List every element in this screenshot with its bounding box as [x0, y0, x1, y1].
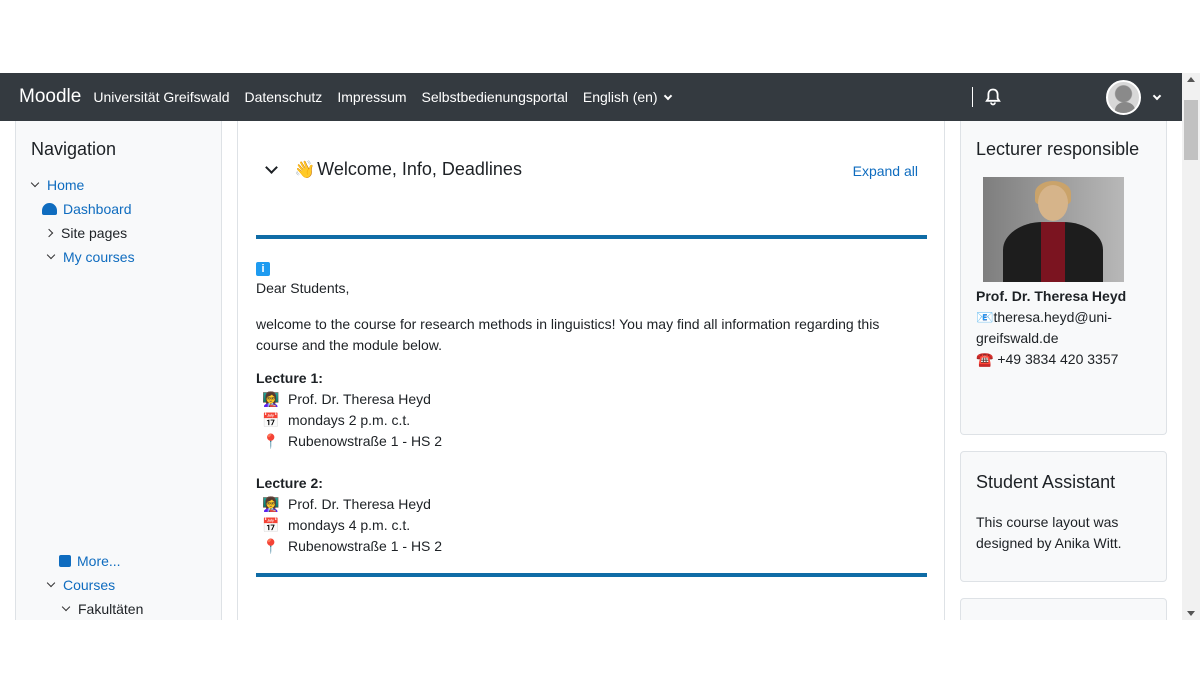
lecturer-text: Prof. Dr. Theresa Heyd	[288, 496, 431, 512]
lecturer-text: Prof. Dr. Theresa Heyd	[288, 391, 431, 407]
lecture-2-title: Lecture 2:	[256, 475, 323, 491]
user-menu-chevron-icon[interactable]	[1152, 91, 1162, 100]
assistant-text-line1: This course layout was	[976, 514, 1119, 530]
location-text: Rubenowstraße 1 - HS 2	[288, 538, 443, 554]
lecturer-photo	[983, 177, 1124, 282]
dashboard-icon	[42, 203, 57, 215]
student-assistant-block: Student Assistant This course layout was…	[960, 451, 1167, 582]
lecturer-block: Lecturer responsible Prof. Dr. Theresa H…	[960, 121, 1167, 435]
nav-item-label: Dashboard	[63, 201, 132, 217]
nav-link-imprint[interactable]: Impressum	[337, 89, 406, 105]
nav-item-site-pages[interactable]: Site pages	[44, 225, 128, 241]
phone-icon: ☎️	[976, 351, 994, 367]
nav-item-label: Fakultäten	[78, 601, 144, 617]
email-icon: 📧	[976, 309, 994, 325]
location-pin-icon: 📍	[262, 433, 280, 449]
chevron-down-icon	[30, 178, 40, 188]
nav-link-privacy[interactable]: Datenschutz	[244, 89, 322, 105]
waving-hand-icon: 👋	[294, 159, 316, 179]
navigation-block: Navigation Home Dashboard Site pages My …	[15, 121, 222, 620]
user-avatar[interactable]	[1106, 79, 1141, 115]
teacher-icon: 👩‍🏫	[262, 391, 280, 407]
lecturer-email[interactable]: 📧theresa.heyd@uni- greifswald.de	[976, 307, 1112, 349]
section-header[interactable]: 👋 Welcome, Info, Deadlines	[263, 159, 522, 180]
browser-viewport: Moodle Universität Greifswald Datenschut…	[0, 73, 1200, 620]
assistant-block-title: Student Assistant	[976, 472, 1116, 492]
time-text: mondays 2 p.m. c.t.	[288, 412, 411, 428]
nav-item-label: My courses	[63, 249, 135, 265]
language-menu[interactable]: English (en)	[582, 89, 672, 105]
nav-item-courses[interactable]: Courses	[46, 577, 116, 593]
lecture-2-lecturer: 👩‍🏫 Prof. Dr. Theresa Heyd	[256, 494, 916, 515]
email-text-part2: greifswald.de	[976, 330, 1059, 346]
lecturer-name: Prof. Dr. Theresa Heyd	[976, 288, 1127, 304]
intro-text: welcome to the course for research metho…	[256, 316, 880, 353]
email-text-part1: theresa.heyd@uni-	[993, 309, 1112, 325]
course-content: 👋 Welcome, Info, Deadlines Expand all i …	[237, 121, 945, 620]
next-block	[960, 598, 1167, 620]
scroll-thumb[interactable]	[1184, 100, 1198, 160]
calendar-icon: 📅	[262, 517, 280, 533]
lecture-1-lecturer: 👩‍🏫 Prof. Dr. Theresa Heyd	[256, 389, 916, 410]
nav-item-label: More...	[77, 553, 121, 569]
nav-item-label: Home	[47, 177, 85, 193]
location-pin-icon: 📍	[262, 538, 280, 554]
section-divider-top	[256, 235, 927, 239]
chevron-right-icon	[44, 228, 54, 238]
navbar-divider	[972, 87, 973, 107]
chevron-down-icon	[46, 578, 56, 588]
scroll-down-arrow-icon[interactable]	[1187, 611, 1195, 616]
nav-item-label: Courses	[63, 577, 116, 593]
calendar-icon: 📅	[262, 412, 280, 428]
nav-item-more[interactable]: More...	[59, 553, 121, 569]
assistant-text: This course layout was designed by Anika…	[976, 512, 1122, 554]
time-text: mondays 4 p.m. c.t.	[288, 517, 411, 533]
nav-item-dashboard[interactable]: Dashboard	[42, 201, 132, 217]
section-summary: i Dear Students, welcome to the course f…	[256, 257, 916, 557]
scroll-up-arrow-icon[interactable]	[1187, 77, 1195, 82]
lecturer-phone: ☎️ +49 3834 420 3357	[976, 349, 1118, 370]
greeting-text: Dear Students,	[256, 280, 350, 296]
lecture-1-location: 📍 Rubenowstraße 1 - HS 2	[256, 431, 916, 452]
notification-bell-icon[interactable]	[985, 88, 1001, 106]
chevron-down-icon	[61, 602, 71, 612]
top-navbar: Moodle Universität Greifswald Datenschut…	[0, 73, 1182, 121]
assistant-text-line2: designed by Anika Witt.	[976, 535, 1122, 551]
navigation-title: Navigation	[31, 139, 117, 159]
nav-link-university[interactable]: Universität Greifswald	[93, 89, 229, 105]
nav-item-my-courses[interactable]: My courses	[46, 249, 135, 265]
lecture-1-title: Lecture 1:	[256, 370, 323, 386]
lecture-2-location: 📍 Rubenowstraße 1 - HS 2	[256, 536, 916, 557]
page-scrollbar[interactable]	[1182, 73, 1200, 620]
location-text: Rubenowstraße 1 - HS 2	[288, 433, 443, 449]
lecture-1-time: 📅 mondays 2 p.m. c.t.	[256, 410, 916, 431]
lecture-2-time: 📅 mondays 4 p.m. c.t.	[256, 515, 916, 536]
nav-link-self-service[interactable]: Selbstbedienungsportal	[422, 89, 568, 105]
language-label: English (en)	[582, 89, 658, 105]
chevron-down-icon	[46, 250, 56, 260]
chevron-down-icon	[663, 91, 672, 100]
info-icon: i	[256, 262, 270, 276]
square-icon	[59, 555, 71, 567]
lecturer-block-title: Lecturer responsible	[976, 139, 1140, 159]
nav-item-label: Site pages	[61, 225, 128, 241]
site-brand[interactable]: Moodle	[19, 86, 81, 108]
section-divider-bottom	[256, 573, 927, 577]
section-title: Welcome, Info, Deadlines	[317, 159, 522, 179]
collapse-chevron-icon[interactable]	[265, 160, 278, 174]
phone-text: +49 3834 420 3357	[997, 351, 1119, 367]
teacher-icon: 👩‍🏫	[262, 496, 280, 512]
nav-item-home[interactable]: Home	[30, 177, 85, 193]
expand-all-link[interactable]: Expand all	[853, 163, 918, 179]
nav-item-faculties[interactable]: Fakultäten	[61, 601, 144, 617]
